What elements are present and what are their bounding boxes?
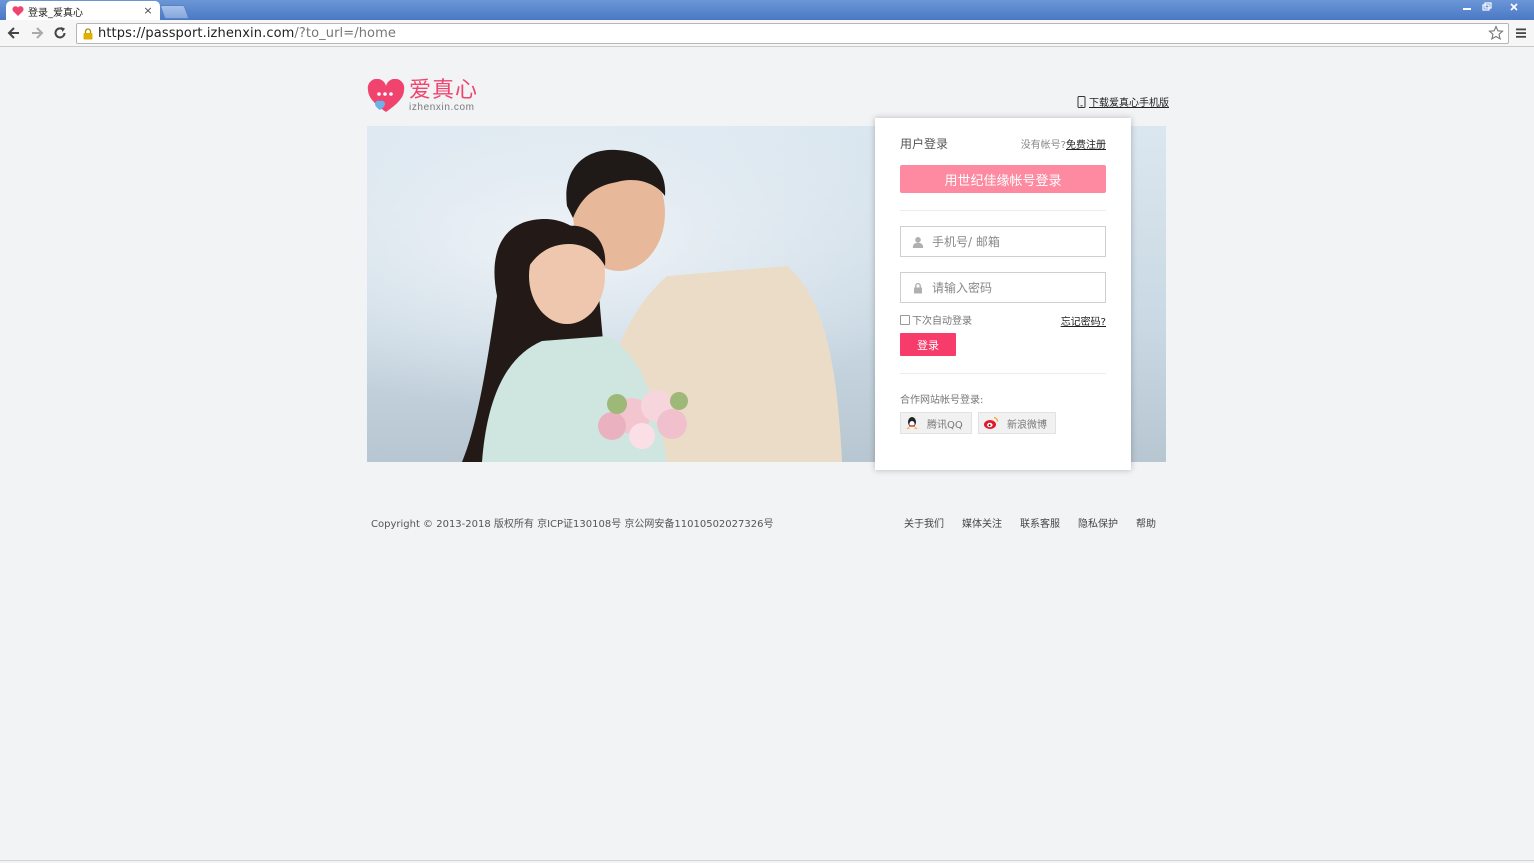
browser-tab[interactable]: 登录_爱真心 × <box>6 1 160 21</box>
heart-logo-icon <box>367 79 405 112</box>
footer-link-help[interactable]: 帮助 <box>1136 515 1156 530</box>
browser-titlebar: 登录_爱真心 × <box>0 0 1534 21</box>
weibo-login-label: 新浪微博 <box>1007 419 1047 431</box>
remember-label: 下次自动登录 <box>912 316 972 327</box>
address-bar[interactable]: https://passport.izhenxin.com/?to_url=/h… <box>76 23 1509 44</box>
footer-link-about[interactable]: 关于我们 <box>904 515 944 530</box>
weibo-login-button[interactable]: 新浪微博 <box>978 412 1056 434</box>
lock-warning-icon <box>82 27 94 40</box>
forward-icon[interactable] <box>28 24 46 42</box>
url-path: /?to_url=/home <box>294 26 396 41</box>
qq-icon <box>906 417 918 429</box>
lock-icon <box>914 282 922 293</box>
login-button[interactable]: 登录 <box>900 333 956 356</box>
sjjy-login-button[interactable]: 用世纪佳缘帐号登录 <box>900 165 1106 193</box>
login-panel: 用户登录 没有帐号?免费注册 用世纪佳缘帐号登录 下次自动登录 忘记密码? 登录… <box>875 118 1131 470</box>
download-mobile-link[interactable]: 下载爱真心手机版 <box>1077 94 1169 109</box>
register-link[interactable]: 免费注册 <box>1066 140 1106 151</box>
phone-icon <box>1077 95 1086 108</box>
account-field[interactable] <box>900 226 1106 257</box>
logo-chinese-name: 爱真心 <box>409 78 479 103</box>
tab-title: 登录_爱真心 <box>28 7 83 19</box>
password-field[interactable] <box>900 272 1106 303</box>
weibo-icon <box>984 416 999 429</box>
close-icon[interactable] <box>1505 1 1523 13</box>
minimize-icon[interactable] <box>1458 1 1476 13</box>
browser-toolbar: https://passport.izhenxin.com/?to_url=/h… <box>0 20 1534 47</box>
divider <box>900 373 1106 374</box>
footer-link-privacy[interactable]: 隐私保护 <box>1078 515 1118 530</box>
login-title: 用户登录 <box>900 137 949 151</box>
download-mobile-label: 下载爱真心手机版 <box>1089 98 1169 109</box>
site-logo[interactable]: 爱真心 izhenxin.com <box>367 79 487 115</box>
register-prompt: 没有帐号?免费注册 <box>1021 136 1106 151</box>
url-text: https://passport.izhenxin.com/?to_url=/h… <box>98 26 396 41</box>
remember-me[interactable]: 下次自动登录 <box>900 312 972 327</box>
partner-login-label: 合作网站帐号登录: <box>900 395 984 406</box>
tab-close-icon[interactable]: × <box>142 5 154 17</box>
account-input[interactable] <box>932 234 1092 249</box>
url-host: https://passport.izhenxin.com <box>98 26 295 41</box>
footer-link-contact[interactable]: 联系客服 <box>1020 515 1060 530</box>
logo-domain: izhenxin.com <box>409 102 475 113</box>
forgot-password-link[interactable]: 忘记密码? <box>1061 313 1106 328</box>
qq-login-button[interactable]: 腾讯QQ <box>900 412 972 434</box>
footer-link-media[interactable]: 媒体关注 <box>962 515 1002 530</box>
remember-checkbox[interactable] <box>900 314 910 325</box>
heart-favicon-icon <box>12 5 24 17</box>
reload-icon[interactable] <box>51 24 69 42</box>
bottom-divider <box>0 860 1534 861</box>
password-input[interactable] <box>932 280 1092 295</box>
user-icon <box>912 236 924 248</box>
back-icon[interactable] <box>5 24 23 42</box>
restore-icon[interactable] <box>1478 1 1496 13</box>
footer-copyright: Copyright © 2013-2018 版权所有 京ICP证130108号 … <box>371 519 774 530</box>
no-account-text: 没有帐号? <box>1020 140 1066 151</box>
divider <box>900 210 1106 211</box>
new-tab-button[interactable] <box>159 5 190 19</box>
bookmark-star-icon[interactable] <box>1488 25 1504 44</box>
qq-login-label: 腾讯QQ <box>927 419 963 431</box>
footer-links: 关于我们 媒体关注 联系客服 隐私保护 帮助 <box>904 515 1156 530</box>
browser-menu-icon[interactable] <box>1515 27 1527 39</box>
